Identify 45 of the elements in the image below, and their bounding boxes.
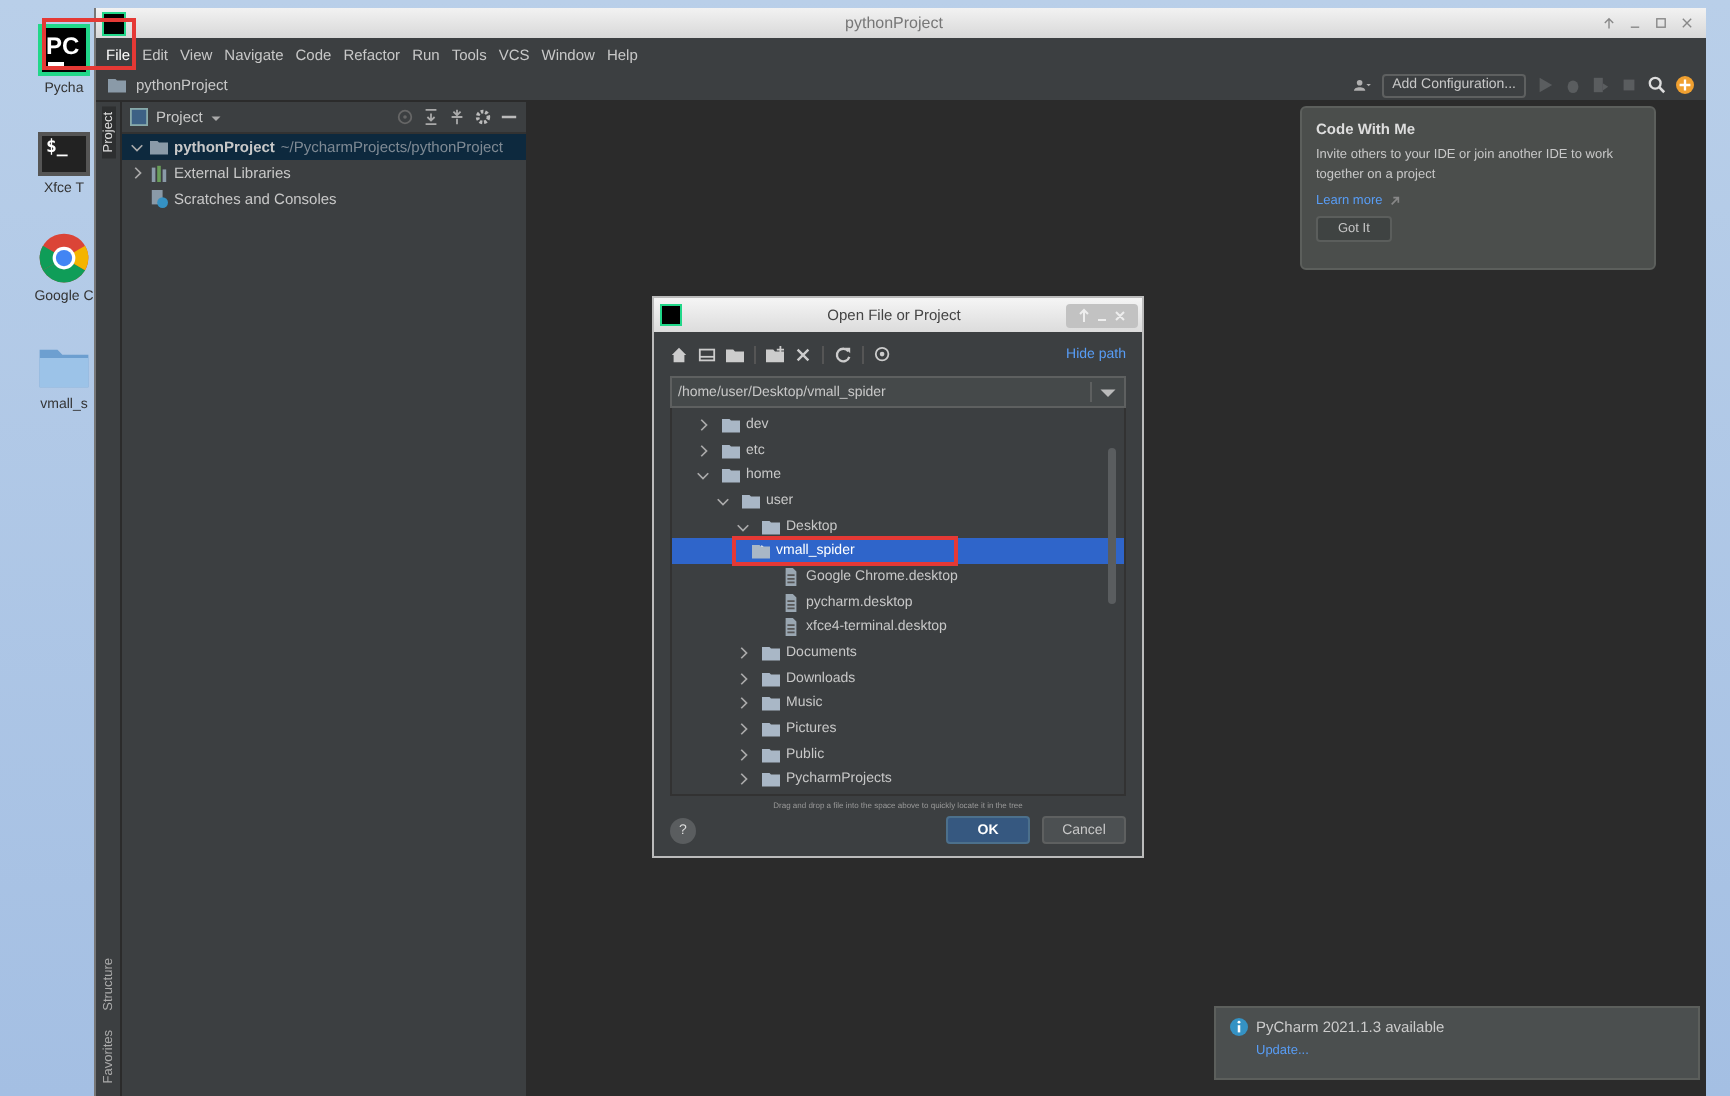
chevron-right-icon[interactable] [696,443,710,458]
update-icon[interactable] [1676,76,1694,94]
window-title: pythonProject [843,14,945,32]
show-hidden-icon[interactable] [874,346,892,364]
pin-icon[interactable] [1602,16,1616,30]
home-icon[interactable] [670,346,688,364]
books-icon [150,164,168,182]
user-dropdown-icon[interactable] [1354,76,1373,94]
scratch-file-icon [150,190,168,208]
collapse-all-icon[interactable] [448,108,466,126]
close-icon[interactable] [1680,16,1694,30]
refresh-icon[interactable] [834,346,852,364]
caret-icon[interactable] [210,111,223,123]
external-link-icon [1390,196,1401,206]
chevron-right-icon[interactable] [736,696,750,711]
chevron-right-icon[interactable] [736,772,750,787]
expand-all-icon[interactable] [422,108,440,126]
file-icon [782,593,800,612]
terminal-icon[interactable]: $_ [38,132,90,176]
chevron-down-icon[interactable] [696,468,710,483]
browser-icon[interactable] [38,232,90,284]
folder-icon [150,138,168,156]
chevron-right-icon[interactable] [736,646,750,661]
desktop-icon[interactable] [698,346,716,364]
highlight-frame [42,17,136,69]
app-icon [660,304,682,326]
file-icon [782,567,800,586]
maximize-icon[interactable] [1654,16,1668,30]
chevron-right-icon[interactable] [736,747,750,762]
chevron-right-icon[interactable] [696,417,710,432]
new-folder-icon[interactable] [766,346,784,364]
chevron-down-icon[interactable] [716,493,730,508]
info-icon [1230,1018,1248,1036]
chevron-right-icon[interactable] [736,722,750,737]
delete-icon[interactable] [794,346,812,364]
settings-icon[interactable] [474,108,492,126]
search-icon[interactable] [1648,76,1666,94]
chevron-down-icon[interactable] [736,519,750,534]
chevron-right-icon[interactable] [736,671,750,686]
project-folder-icon[interactable] [726,346,744,364]
folder-icon [108,76,126,94]
chevron-down-icon[interactable] [130,140,144,154]
file-icon [782,618,800,637]
chevron-right-icon[interactable] [130,166,144,180]
window-icon [130,108,148,126]
